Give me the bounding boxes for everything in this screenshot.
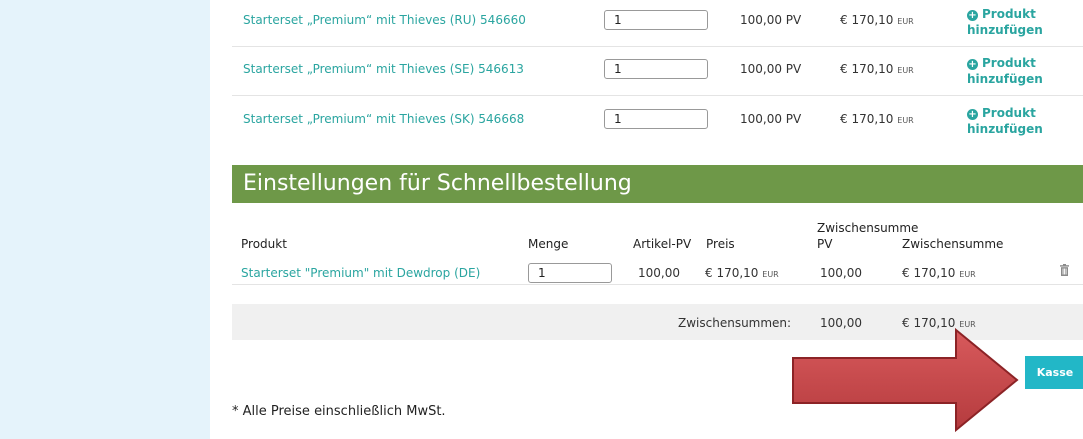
add-product-button[interactable]: + Produkt hinzufügen xyxy=(967,55,1077,87)
product-price: € 170,10 EUR xyxy=(840,13,914,27)
arrow-right-icon xyxy=(792,327,1019,433)
quantity-input[interactable] xyxy=(604,10,708,30)
product-link[interactable]: Starterset „Premium“ mit Thieves (SK) 54… xyxy=(243,112,524,126)
add-product-button[interactable]: + Produkt hinzufügen xyxy=(967,105,1077,137)
product-link[interactable]: Starterset „Premium“ mit Thieves (SE) 54… xyxy=(243,62,524,76)
trash-icon[interactable] xyxy=(1060,264,1069,276)
header-price: Preis xyxy=(706,237,735,251)
quantity-input[interactable] xyxy=(604,109,708,129)
quick-order-quantity-input[interactable] xyxy=(528,263,612,283)
header-quantity: Menge xyxy=(528,237,569,251)
add-product-button[interactable]: + Produkt hinzufügen xyxy=(967,6,1077,38)
product-price: € 170,10 EUR xyxy=(840,62,914,76)
plus-circle-icon: + xyxy=(967,109,978,120)
header-item-pv: Artikel-PV xyxy=(633,237,692,251)
product-pv: 100,00 PV xyxy=(740,112,802,126)
quick-order-price: € 170,10 EUR xyxy=(705,266,779,280)
product-row: Starterset „Premium“ mit Thieves (SE) 54… xyxy=(232,49,1083,96)
quantity-input[interactable] xyxy=(604,59,708,79)
product-pv: 100,00 PV xyxy=(740,62,802,76)
row-divider xyxy=(232,284,1083,285)
product-price: € 170,10 EUR xyxy=(840,112,914,126)
main-content: Starterset „Premium“ mit Thieves (RU) 54… xyxy=(210,0,1083,439)
header-subtotal-pv-line2: PV xyxy=(817,237,833,251)
quick-order-product-link[interactable]: Starterset "Premium" mit Dewdrop (DE) xyxy=(241,266,480,280)
product-row: Starterset „Premium“ mit Thieves (RU) 54… xyxy=(232,0,1083,47)
quick-order-section-title: Einstellungen für Schnellbestellung xyxy=(232,165,1083,203)
product-link[interactable]: Starterset „Premium“ mit Thieves (RU) 54… xyxy=(243,13,526,27)
plus-circle-icon: + xyxy=(967,10,978,21)
sidebar xyxy=(0,0,210,439)
header-subtotal: Zwischensumme xyxy=(902,237,1004,251)
quick-order-subtotal-pv: 100,00 xyxy=(820,266,862,280)
product-pv: 100,00 PV xyxy=(740,13,802,27)
quick-order-item-pv: 100,00 xyxy=(638,266,680,280)
checkout-button[interactable]: Kasse xyxy=(1025,356,1083,389)
subtotals-label: Zwischensummen: xyxy=(678,316,792,330)
plus-circle-icon: + xyxy=(967,59,978,70)
price-footnote: * Alle Preise einschließlich MwSt. xyxy=(232,404,446,419)
quick-order-subtotal: € 170,10 EUR xyxy=(902,266,976,280)
header-subtotal-pv-line1: Zwischensumme xyxy=(817,221,919,235)
product-row: Starterset „Premium“ mit Thieves (SK) 54… xyxy=(232,99,1083,145)
header-product: Produkt xyxy=(241,237,287,251)
